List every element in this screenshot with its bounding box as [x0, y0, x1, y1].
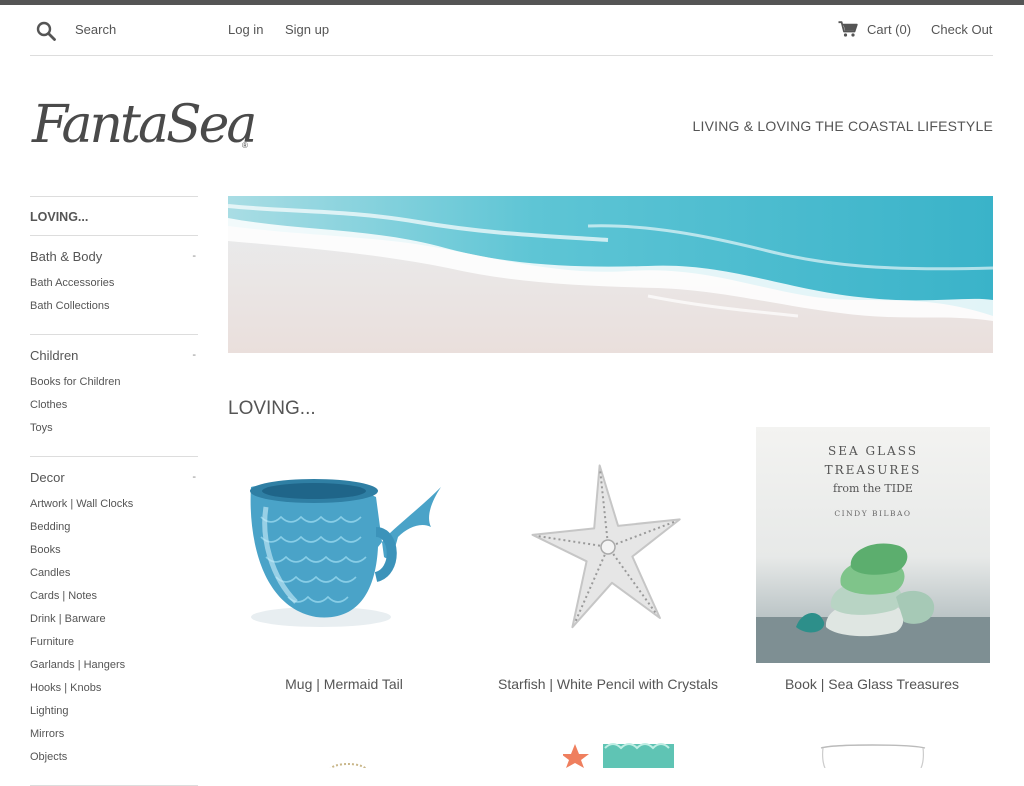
- product-title-sea-glass-book[interactable]: Book | Sea Glass Treasures: [732, 676, 1012, 692]
- sidebar-group-label: Bath & Body: [30, 248, 103, 264]
- sidebar-item-books[interactable]: Books: [30, 543, 198, 566]
- tagline: LIVING & LOVING THE COASTAL LIFESTYLE: [692, 118, 993, 134]
- sidebar-item-drink-barware[interactable]: Drink | Barware: [30, 612, 198, 635]
- sidebar-group-label: Decor: [30, 469, 65, 485]
- book-cover-title-line1: SEA GLASS: [828, 444, 918, 458]
- cart-icon[interactable]: [838, 21, 858, 37]
- search-icon[interactable]: [36, 21, 56, 41]
- collection-title: LOVING...: [228, 397, 316, 419]
- book-cover-author: CINDY BILBAO: [834, 509, 911, 518]
- svg-text:®: ®: [242, 141, 248, 150]
- sidebar-item-toys[interactable]: Toys: [30, 421, 198, 444]
- sidebar-item-candles[interactable]: Candles: [30, 566, 198, 589]
- sidebar-item-hooks-knobs[interactable]: Hooks | Knobs: [30, 681, 198, 704]
- sidebar-nav: LOVING... Bath & Body - Bath Accessories…: [30, 196, 198, 786]
- search-input[interactable]: [75, 19, 225, 39]
- product-image-row2-3[interactable]: [815, 740, 930, 768]
- product-image-mermaid-mug[interactable]: [226, 427, 462, 663]
- sidebar-group-header[interactable]: Children -: [30, 335, 198, 375]
- sidebar-item-bath-accessories[interactable]: Bath Accessories: [30, 276, 198, 299]
- sidebar-item-lighting[interactable]: Lighting: [30, 704, 198, 727]
- product-title-starfish[interactable]: Starfish | White Pencil with Crystals: [468, 676, 748, 692]
- sidebar-item-mirrors[interactable]: Mirrors: [30, 727, 198, 750]
- collapse-toggle-icon[interactable]: -: [192, 349, 198, 361]
- product-image-row2-2[interactable]: [563, 740, 674, 768]
- login-link[interactable]: Log in: [228, 22, 263, 37]
- hero-banner-ocean-image: [228, 196, 993, 353]
- checkout-link[interactable]: Check Out: [931, 22, 992, 37]
- sidebar-group-header[interactable]: Bath & Body -: [30, 236, 198, 276]
- sidebar-current-collection[interactable]: LOVING...: [30, 197, 198, 236]
- fantasea-logo[interactable]: FantaSea ®: [30, 90, 257, 160]
- sidebar-item-bath-collections[interactable]: Bath Collections: [30, 299, 198, 322]
- sidebar-item-clothes[interactable]: Clothes: [30, 398, 198, 421]
- sidebar-item-artwork-wall-clocks[interactable]: Artwork | Wall Clocks: [30, 497, 198, 520]
- sidebar-item-garlands-hangers[interactable]: Garlands | Hangers: [30, 658, 198, 681]
- product-image-sea-glass-book[interactable]: SEA GLASS TREASURES from the TIDE CINDY …: [756, 427, 990, 663]
- sidebar-group-decor: Decor - Artwork | Wall Clocks Bedding Bo…: [30, 457, 198, 786]
- sidebar-group-children: Children - Books for Children Clothes To…: [30, 335, 198, 457]
- header-bar: Log in Sign up Cart (0) Check Out: [30, 5, 993, 56]
- product-image-row2-1[interactable]: [318, 740, 378, 768]
- sidebar-group-header[interactable]: Decor -: [30, 457, 198, 497]
- sidebar-group-bath-body: Bath & Body - Bath Accessories Bath Coll…: [30, 236, 198, 335]
- signup-link[interactable]: Sign up: [285, 22, 329, 37]
- sidebar-item-bedding[interactable]: Bedding: [30, 520, 198, 543]
- book-cover-title-line2: TREASURES: [825, 463, 922, 477]
- sidebar-item-furniture[interactable]: Furniture: [30, 635, 198, 658]
- sidebar-item-cards-notes[interactable]: Cards | Notes: [30, 589, 198, 612]
- cart-link[interactable]: Cart (0): [867, 22, 911, 37]
- logo-text: FantaSea: [31, 95, 254, 155]
- sidebar-item-books-for-children[interactable]: Books for Children: [30, 375, 198, 398]
- sidebar-group-label: Children: [30, 347, 79, 363]
- product-title-mermaid-mug[interactable]: Mug | Mermaid Tail: [204, 676, 484, 692]
- collapse-toggle-icon[interactable]: -: [192, 250, 198, 262]
- product-image-starfish[interactable]: [490, 427, 726, 663]
- collapse-toggle-icon[interactable]: -: [192, 471, 198, 483]
- book-cover-subtitle: from the TIDE: [833, 482, 913, 495]
- sidebar-item-objects[interactable]: Objects: [30, 750, 198, 773]
